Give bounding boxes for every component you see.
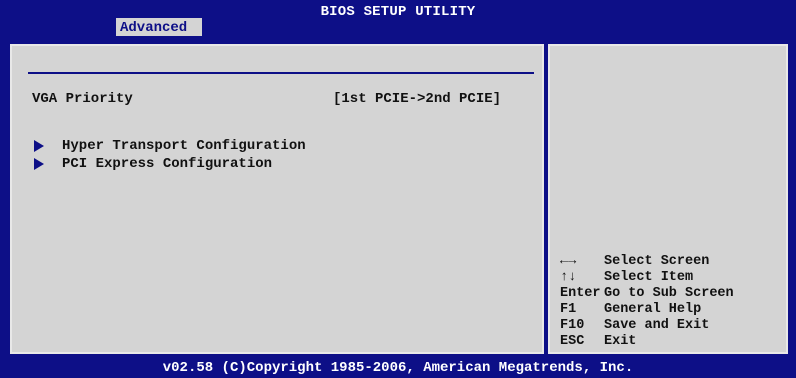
help-row-select-item: ↑↓ Select Item (560, 270, 734, 286)
help-panel: ←→ Select Screen ↑↓ Select Item Enter Go… (548, 44, 788, 354)
help-desc: General Help (604, 302, 702, 317)
help-row-f10: F10 Save and Exit (560, 318, 734, 334)
help-key: ESC (560, 334, 585, 349)
help-row-select-screen: ←→ Select Screen (560, 254, 734, 270)
submenu-label: Hyper Transport Configuration (62, 138, 306, 154)
help-key: F1 (560, 302, 577, 317)
title-bar: BIOS SETUP UTILITY Advanced (0, 0, 796, 36)
submenu-pci-express[interactable]: PCI Express Configuration (32, 156, 272, 172)
vga-priority-value[interactable]: [1st PCIE->2nd PCIE] (333, 91, 501, 107)
left-right-arrows-icon: ←→ (560, 254, 577, 269)
help-key: F10 (560, 318, 585, 333)
help-row-esc: ESC Exit (560, 334, 734, 350)
help-desc: Exit (604, 334, 637, 349)
submenu-label: PCI Express Configuration (62, 156, 273, 172)
key-help-list: ←→ Select Screen ↑↓ Select Item Enter Go… (560, 254, 734, 350)
main-area: VGA Priority [1st PCIE->2nd PCIE] Hyper … (0, 36, 796, 358)
bios-screen: BIOS SETUP UTILITY Advanced VGA Priority… (0, 0, 796, 378)
copyright-footer: v02.58 (C)Copyright 1985-2006, American … (0, 358, 796, 378)
triangle-right-icon (34, 158, 44, 170)
section-divider (28, 72, 534, 74)
help-desc: Go to Sub Screen (604, 286, 734, 301)
help-row-enter: Enter Go to Sub Screen (560, 286, 734, 302)
help-key: Enter (560, 286, 601, 301)
help-desc: Save and Exit (604, 318, 710, 333)
triangle-right-icon (34, 140, 44, 152)
up-down-arrows-icon: ↑↓ (560, 270, 577, 285)
help-desc: Select Screen (604, 254, 710, 269)
tab-advanced[interactable]: Advanced (116, 18, 202, 36)
help-desc: Select Item (604, 270, 694, 285)
submenu-hyper-transport[interactable]: Hyper Transport Configuration (32, 138, 306, 154)
help-row-f1: F1 General Help (560, 302, 734, 318)
settings-panel: VGA Priority [1st PCIE->2nd PCIE] Hyper … (10, 44, 544, 354)
vga-priority-label[interactable]: VGA Priority (32, 91, 133, 107)
